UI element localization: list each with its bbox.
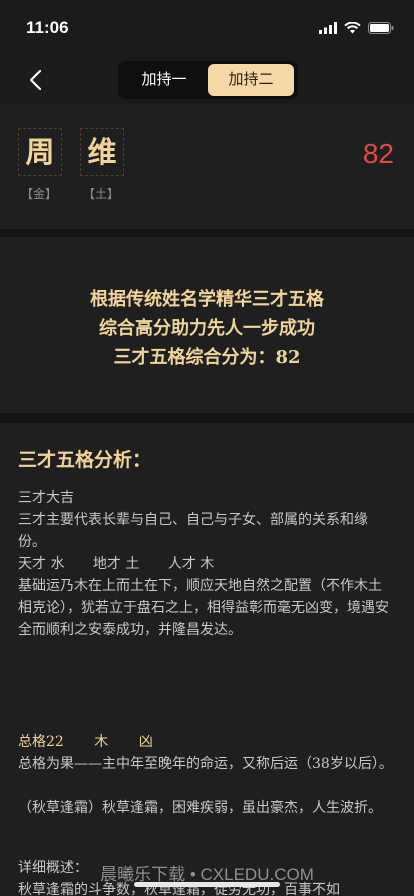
summary-line-1: 根据传统姓名学精华三才五格 <box>0 285 414 311</box>
name-panel: 周 【金】 维 【土】 82 <box>0 104 414 229</box>
wifi-icon <box>344 22 361 34</box>
status-time: 11:06 <box>26 18 69 38</box>
summary-panel: 根据传统姓名学精华三才五格 综合高分助力先人一步成功 三才五格综合分为：82 <box>0 237 414 413</box>
sancai-description: 三才主要代表长辈与自己、自己与子女、部属的关系和缘份。 <box>18 509 394 553</box>
sancai-detail: 基础运乃木在上而土在下，顺应天地自然之配置（不作木土相克论），犹若立于盘石之上，… <box>18 575 394 641</box>
signal-icon <box>319 22 337 34</box>
zongge-label: 总格22 <box>18 734 64 750</box>
rencai-label: 人才 木 <box>168 556 214 572</box>
home-indicator[interactable] <box>134 882 280 887</box>
battery-icon <box>368 22 394 34</box>
zongge-element: 木 <box>94 734 108 750</box>
zongge-poem: （秋草逢霜）秋草逢霜，困难疾弱，虽出豪杰，人生波折。 <box>18 797 394 819</box>
back-button[interactable] <box>20 64 50 96</box>
analysis-title: 三才五格分析： <box>18 445 151 472</box>
segmented-control: 加持一 加持二 <box>118 61 298 99</box>
status-icons <box>319 22 394 34</box>
name-char-2-element: 【土】 <box>73 185 129 202</box>
sancai-result: 三才大吉 <box>18 487 394 509</box>
tab-jiachi-2[interactable]: 加持二 <box>208 64 294 96</box>
tiancai-label: 天才 水 <box>18 556 64 572</box>
status-bar: 11:06 <box>0 0 414 56</box>
zongge-description: 总格为果——主中年至晚年的命运，又称后运（38岁以后）。 <box>18 753 394 775</box>
chevron-left-icon <box>28 69 42 91</box>
tab-jiachi-1[interactable]: 加持一 <box>121 64 207 96</box>
name-char-2: 维 <box>80 128 124 176</box>
zongge-luck: 凶 <box>139 734 153 750</box>
name-score: 82 <box>363 138 394 170</box>
summary-line-3: 三才五格综合分为：82 <box>0 343 414 369</box>
name-char-1: 周 <box>18 128 62 176</box>
sancai-elements: 天才 水 地才 土 人才 木 <box>18 553 394 575</box>
nav-bar: 加持一 加持二 <box>0 56 414 104</box>
analysis-section: 三才五格分析： 三才大吉 三才主要代表长辈与自己、自己与子女、部属的关系和缘份。… <box>0 423 414 896</box>
name-char-1-element: 【金】 <box>11 185 67 202</box>
zongge-header: 总格22 木 凶 <box>18 731 394 753</box>
dicai-label: 地才 土 <box>93 556 139 572</box>
summary-line-2: 综合高分助力先人一步成功 <box>0 314 414 340</box>
